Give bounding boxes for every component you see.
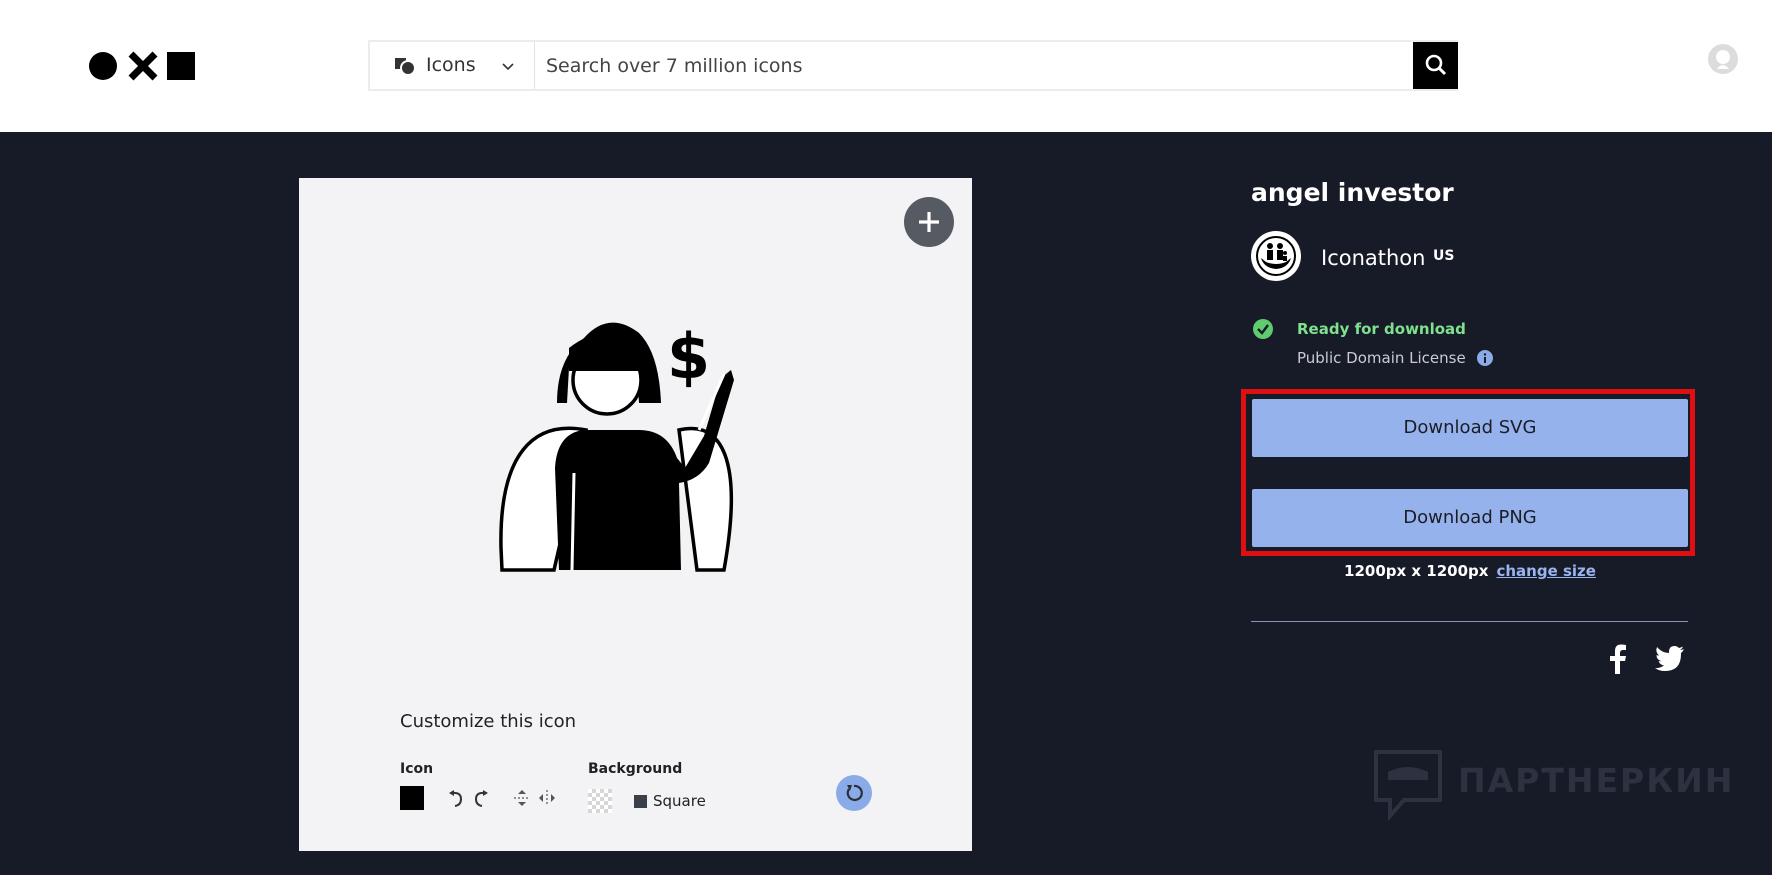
watermark: ПАРТНЕРКИН: [1372, 748, 1732, 822]
svg-text:$: $: [667, 320, 710, 393]
angel-investor-icon: $: [499, 320, 734, 572]
family-in-hands-icon: [1256, 236, 1296, 276]
search-bar: Icons: [368, 40, 1458, 91]
search-type-select[interactable]: Icons: [370, 42, 535, 89]
search-button[interactable]: [1413, 42, 1458, 89]
rotate-left-icon[interactable]: [446, 788, 466, 808]
change-size-link[interactable]: change size: [1496, 562, 1595, 580]
icon-canvas: $ Customize this icon Icon Background Sq…: [299, 178, 972, 851]
site-header: Icons: [0, 0, 1772, 132]
icon-color-swatch[interactable]: [400, 786, 424, 810]
flip-vertical-icon[interactable]: [512, 788, 532, 808]
reset-icon: [846, 784, 863, 802]
plus-icon: [919, 212, 939, 232]
facebook-icon[interactable]: [1607, 644, 1629, 674]
square-shape-swatch[interactable]: [634, 795, 647, 808]
highlight-box: [1241, 389, 1695, 556]
size-row: 1200px x 1200px change size: [1251, 562, 1689, 580]
search-type-label: Icons: [426, 54, 476, 76]
transparent-background-option[interactable]: [588, 789, 612, 813]
flip-horizontal-icon[interactable]: [537, 788, 557, 808]
info-icon[interactable]: [1477, 350, 1493, 366]
creator-avatar[interactable]: [1251, 231, 1301, 281]
check-circle-icon: [1253, 319, 1273, 339]
search-input[interactable]: [546, 42, 1416, 89]
reset-button[interactable]: [836, 775, 872, 811]
divider: [1251, 621, 1688, 622]
creator-country: US: [1433, 248, 1455, 264]
user-avatar[interactable]: [1708, 44, 1738, 74]
license-label: Public Domain License: [1297, 349, 1466, 367]
logo[interactable]: [89, 51, 197, 81]
search-icon: [1425, 54, 1447, 76]
chevron-down-icon: [502, 63, 514, 71]
twitter-icon[interactable]: [1655, 646, 1685, 672]
watermark-text: ПАРТНЕРКИН: [1458, 761, 1735, 800]
user-icon: [1716, 50, 1730, 69]
icon-title: angel investor: [1251, 178, 1454, 207]
download-status: Ready for download: [1297, 320, 1466, 338]
shapes-icon: [395, 58, 416, 76]
rotate-right-icon[interactable]: [471, 788, 491, 808]
icon-options-label: Icon: [400, 761, 434, 777]
size-value: 1200px x 1200px: [1344, 562, 1489, 580]
customize-title: Customize this icon: [400, 711, 577, 732]
background-options-label: Background: [588, 761, 683, 777]
chat-mask-icon: [1374, 750, 1442, 822]
add-to-collection-button[interactable]: [904, 197, 954, 247]
creator-name[interactable]: Iconathon: [1321, 246, 1425, 270]
square-shape-label: Square: [653, 792, 706, 810]
